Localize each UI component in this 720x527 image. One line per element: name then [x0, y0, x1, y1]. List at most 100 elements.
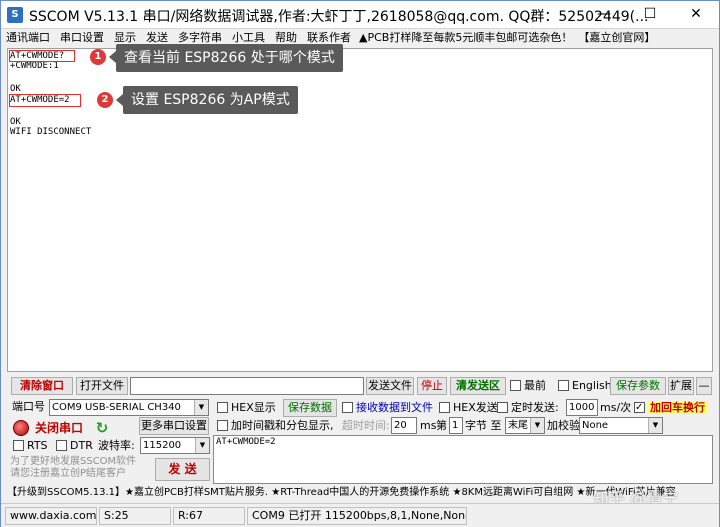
topmost-label: 最前 [524, 379, 546, 392]
save-data-button[interactable]: 保存数据 [283, 399, 337, 417]
file-path-input[interactable] [130, 377, 364, 395]
checkbox-icon [510, 379, 521, 391]
menu-bar: 通讯端口 串口设置 显示 发送 多字符串 小工具 帮助 联系作者 ▲PCB打样降至每款5元顺丰包… [1, 30, 719, 47]
add-crlf-checkbox[interactable]: 加回车换行 [634, 400, 707, 416]
checkbox-icon [497, 401, 508, 413]
chevron-down-icon: ▼ [195, 438, 209, 453]
interval-unit: ms/次 [600, 401, 632, 414]
status-bar: www.daxia.com S:25 R:67 COM9 已打开 115200b… [1, 503, 719, 527]
power-icon [13, 420, 29, 436]
menu-comm-port[interactable]: 通讯端口 [1, 30, 55, 46]
hex-display-checkbox[interactable]: HEX显示 [217, 400, 276, 416]
hex-display-label: HEX显示 [231, 401, 276, 414]
hex-send-label: HEX发送 [453, 401, 498, 414]
checkbox-icon [56, 439, 67, 451]
menu-promo-pcb[interactable]: ▲PCB打样降至每款5元顺丰包邮可选杂色！ [356, 30, 575, 46]
checkbox-icon [13, 439, 24, 451]
checkbox-icon [558, 379, 569, 391]
terminal-line: OK [10, 117, 21, 127]
status-received-count: R:67 [173, 507, 245, 525]
collapse-button[interactable]: — [696, 377, 712, 395]
checkbox-icon [217, 419, 228, 431]
highlight-box-set-mode [9, 94, 81, 107]
callout-badge-1: 1 [90, 49, 106, 65]
send-input[interactable]: AT+CWMODE=2 [213, 435, 713, 484]
menu-promo-site[interactable]: 【嘉立创官网】 [575, 30, 658, 46]
app-icon: S [7, 7, 23, 23]
callout-2: 设置 ESP8266 为AP模式 [123, 86, 298, 114]
port-select[interactable]: COM9 USB-SERIAL CH340 ▼ [49, 399, 209, 416]
checksum-select[interactable]: None ▼ [579, 417, 663, 434]
terminal-line: WIFI DISCONNECT [10, 127, 92, 137]
port-label: 端口号 [12, 400, 45, 413]
chevron-down-icon: ▼ [648, 418, 662, 433]
checkbox-icon [217, 401, 228, 413]
clear-window-button[interactable]: 清除窗口 [11, 377, 73, 395]
checksum-label: 加校验 [547, 419, 580, 432]
checkbox-icon [439, 401, 450, 413]
rts-checkbox[interactable]: RTS [13, 438, 48, 454]
status-sent-count: S:25 [99, 507, 171, 525]
maximize-button[interactable]: ☐ [627, 1, 673, 29]
checksum-value: None [582, 420, 609, 431]
close-button[interactable]: ✕ [673, 1, 719, 29]
checkbox-icon [342, 401, 353, 413]
chevron-down-icon: ▼ [194, 400, 208, 415]
send-file-button[interactable]: 发送文件 [366, 377, 414, 395]
english-checkbox[interactable]: English [558, 378, 612, 394]
send-button[interactable]: 发 送 [155, 458, 210, 481]
stop-button[interactable]: 停止 [417, 377, 447, 395]
add-crlf-label: 加回车换行 [648, 401, 707, 414]
byte-end-select[interactable]: 末尾 ▼ [505, 417, 545, 434]
callout-arrow [109, 51, 116, 63]
recv-to-file-label: 接收数据到文件 [356, 401, 433, 414]
timed-send-checkbox[interactable]: 定时发送: [497, 400, 559, 416]
more-port-settings-button[interactable]: 更多串口设置 [139, 417, 209, 435]
byte-end-value: 末尾 [508, 420, 528, 431]
rts-label: RTS [27, 439, 48, 452]
dtr-label: DTR [70, 439, 93, 452]
byte-mid: 字节 至 [465, 419, 502, 432]
chevron-down-icon: ▼ [530, 418, 544, 433]
baud-value: 115200 [143, 440, 182, 451]
highlight-box-query [9, 50, 75, 62]
recv-to-file-checkbox[interactable]: 接收数据到文件 [342, 400, 433, 416]
callout-badge-2: 2 [97, 92, 113, 108]
promo-note-1[interactable]: 为了更好地发展SSCOM软件 [10, 456, 136, 468]
timeout-label: 超时时间: [342, 419, 390, 432]
window-title: SSCOM V5.13.1 串口/网络数据调试器,作者:大虾丁丁,2618058… [29, 9, 649, 25]
clear-send-button[interactable]: 清发送区 [450, 377, 506, 395]
close-port-button[interactable]: 关闭串口 [35, 420, 83, 436]
timestamp-label: 加时间戳和分包显示, [231, 419, 334, 432]
byte-prefix: 第 [436, 419, 447, 432]
topmost-checkbox[interactable]: 最前 [510, 378, 546, 394]
english-label: English [572, 379, 612, 392]
send-text: AT+CWMODE=2 [216, 437, 276, 447]
app-window: S SSCOM V5.13.1 串口/网络数据调试器,作者:大虾丁丁,26180… [0, 0, 720, 527]
timeout-input[interactable]: 20 [391, 417, 417, 434]
refresh-icon[interactable]: ↻ [94, 420, 110, 436]
terminal-line: OK [10, 84, 21, 94]
open-file-button[interactable]: 打开文件 [76, 377, 128, 395]
callout-arrow [116, 94, 123, 106]
minimize-button[interactable]: — [581, 1, 627, 29]
timeout-unit: ms [420, 419, 437, 432]
promo-note-2[interactable]: 请您注册嘉立创P结尾客户 [10, 468, 126, 480]
byte-from-input[interactable]: 1 [449, 417, 463, 434]
save-params-button[interactable]: 保存参数 [610, 377, 666, 395]
timestamp-checkbox[interactable]: 加时间戳和分包显示, [217, 418, 334, 434]
title-bar: S SSCOM V5.13.1 串口/网络数据调试器,作者:大虾丁丁,26180… [1, 1, 719, 29]
dtr-checkbox[interactable]: DTR [56, 438, 93, 454]
status-port-state: COM9 已打开 115200bps,8,1,None,None [247, 507, 467, 525]
menu-serial-settings[interactable]: 串口设置 [55, 30, 109, 46]
receive-area[interactable]: AT+CWMODE? +CWMODE:1 OK AT+CWMODE=2 OK W… [7, 44, 713, 372]
expand-button[interactable]: 扩展 [668, 377, 694, 395]
port-value: COM9 USB-SERIAL CH340 [52, 402, 181, 413]
interval-input[interactable]: 1000 [566, 399, 598, 416]
baud-select[interactable]: 115200 ▼ [140, 437, 210, 454]
hex-send-checkbox[interactable]: HEX发送 [439, 400, 498, 416]
checkbox-icon [634, 400, 645, 416]
terminal-line: +CWMODE:1 [10, 61, 59, 71]
callout-1: 查看当前 ESP8266 处于哪个模式 [116, 44, 343, 72]
status-website[interactable]: www.daxia.com [5, 507, 97, 525]
